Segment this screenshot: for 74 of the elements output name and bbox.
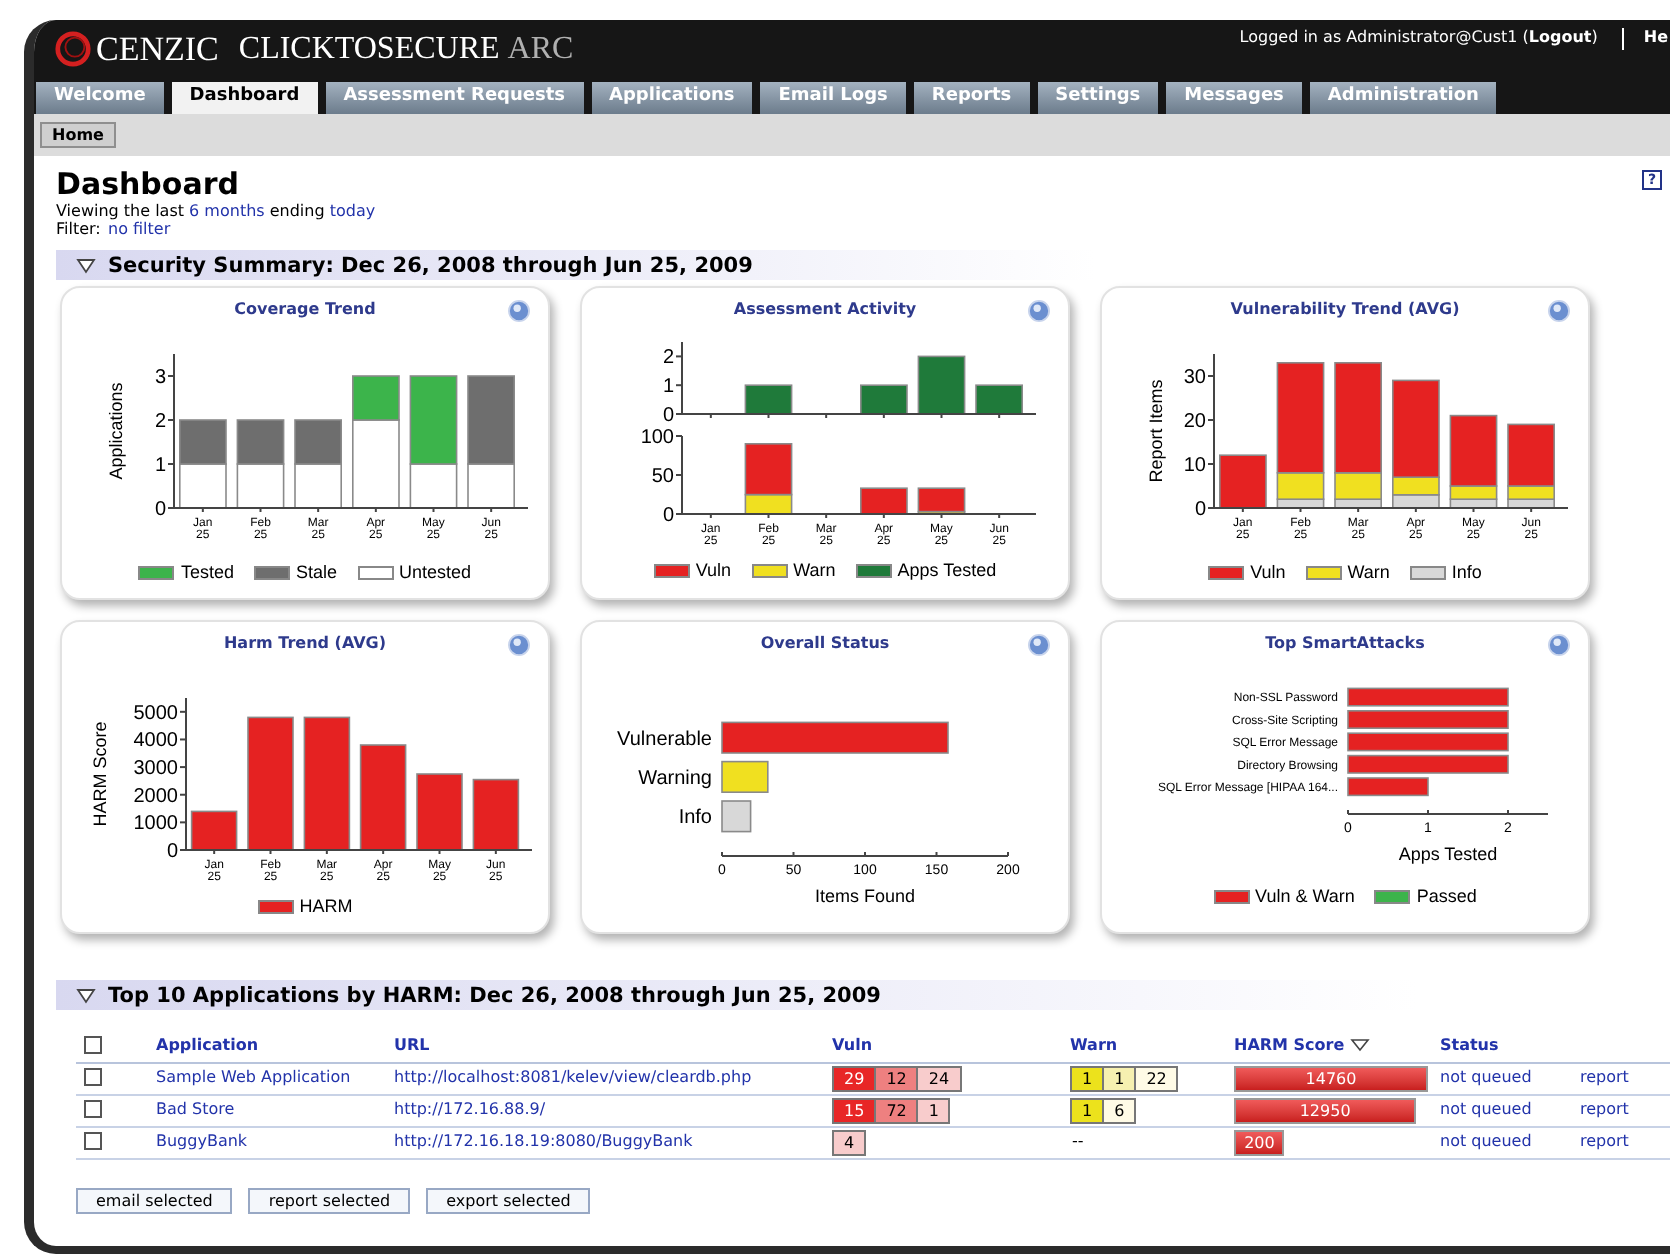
tick-label: 0: [154, 499, 166, 521]
tick-label: 3: [154, 367, 166, 389]
chart-title: Coverage Trend: [232, 298, 378, 322]
harm-score-bar: 200: [1234, 1129, 1285, 1155]
product-suffix: ARC: [507, 30, 574, 70]
status-text: not queued: [1440, 1132, 1532, 1150]
tick-label: 10: [1183, 455, 1206, 477]
tick-label: 3000: [133, 758, 178, 781]
brand-name: CENZIC: [96, 30, 219, 70]
tick-label: 0: [662, 505, 674, 527]
legend-label: HARM: [299, 896, 353, 916]
category-label: Vulnerable: [617, 728, 712, 751]
chart-title: Overall Status: [758, 632, 892, 656]
legend-label: Vuln & Warn: [1255, 886, 1355, 906]
count-segment: 1: [1072, 1099, 1103, 1121]
tick-label: 5000: [133, 702, 178, 725]
status-text: not queued: [1440, 1100, 1532, 1118]
count-segment: 72: [874, 1099, 917, 1121]
count-segment: 29: [834, 1067, 875, 1089]
legend-label: Tested: [180, 562, 234, 582]
product-name: CLICKTOSECURE: [238, 30, 500, 70]
table-cell: --: [1070, 1132, 1084, 1150]
count-segment: 15: [834, 1099, 875, 1121]
count-segment: 1: [1072, 1067, 1103, 1089]
section-title: Top 10 Applications by HARM: Dec 26, 2008 through Jun 25, 2009: [108, 983, 881, 1007]
harm-score-bar: 14760: [1234, 1065, 1429, 1091]
chart-title: Top SmartAttacks: [1263, 632, 1427, 656]
legend-label: Untested: [399, 562, 472, 582]
filter-label: Filter:: [56, 220, 103, 238]
count-segment: 4: [834, 1131, 865, 1153]
legend-label: Stale: [295, 562, 337, 582]
legend-label: Passed: [1416, 886, 1477, 906]
count-segment: 1: [916, 1099, 949, 1121]
tick-label: 4000: [133, 730, 178, 753]
tick-label: 1000: [133, 813, 178, 836]
chart-title: Vulnerability Trend (AVG): [1228, 298, 1462, 322]
count-segment: 24: [916, 1067, 960, 1089]
axis-title: Report Items: [1146, 379, 1166, 483]
count-segment: 1: [1102, 1067, 1135, 1089]
tick-label: 1: [154, 455, 166, 477]
tick-label: 100: [640, 427, 674, 449]
harm-score-bar: 12950: [1234, 1097, 1417, 1123]
count-segment: 12: [874, 1067, 917, 1089]
category-label: Warning: [638, 768, 712, 790]
tick-label: 0: [1194, 499, 1206, 521]
tick-label: 1: [662, 376, 674, 399]
tick-label: 50: [651, 466, 674, 488]
legend-label: Vuln: [695, 560, 732, 580]
tick-label: 30: [1183, 367, 1206, 389]
tick-label: 2: [662, 347, 674, 370]
tick-label: 0: [662, 405, 674, 426]
legend-label: Warn: [793, 560, 836, 580]
tick-label: 0: [166, 841, 178, 863]
tick-label: 2000: [133, 785, 178, 808]
axis-title: HARM Score: [90, 721, 110, 827]
status-text: not queued: [1440, 1068, 1532, 1086]
axis-title: Items Found: [814, 886, 916, 906]
axis-title: Applications: [106, 382, 126, 480]
tick-label: 2: [154, 411, 166, 433]
category-label: Info: [678, 807, 712, 830]
legend-label: Warn: [1347, 562, 1390, 582]
login-text: Logged in as Administrator@Cust1 (Logout): [1239, 28, 1598, 48]
page-title: Dashboard: [56, 166, 239, 202]
chart-title: Harm Trend (AVG): [221, 632, 389, 656]
count-segment: 22: [1134, 1067, 1177, 1089]
legend-label: Apps Tested: [897, 560, 997, 580]
section-title: Security Summary: Dec 26, 2008 through Jun 25, 2009: [108, 253, 753, 277]
legend-label: Info: [1451, 562, 1482, 582]
tick-label: 20: [1183, 411, 1206, 433]
chart-title: Assessment Activity: [731, 298, 919, 322]
legend-label: Vuln: [1250, 562, 1286, 582]
axis-title: Apps Tested: [1398, 844, 1498, 864]
viewing-text: Viewing the last 6 months ending today: [56, 202, 378, 220]
count-segment: 6: [1102, 1099, 1135, 1121]
